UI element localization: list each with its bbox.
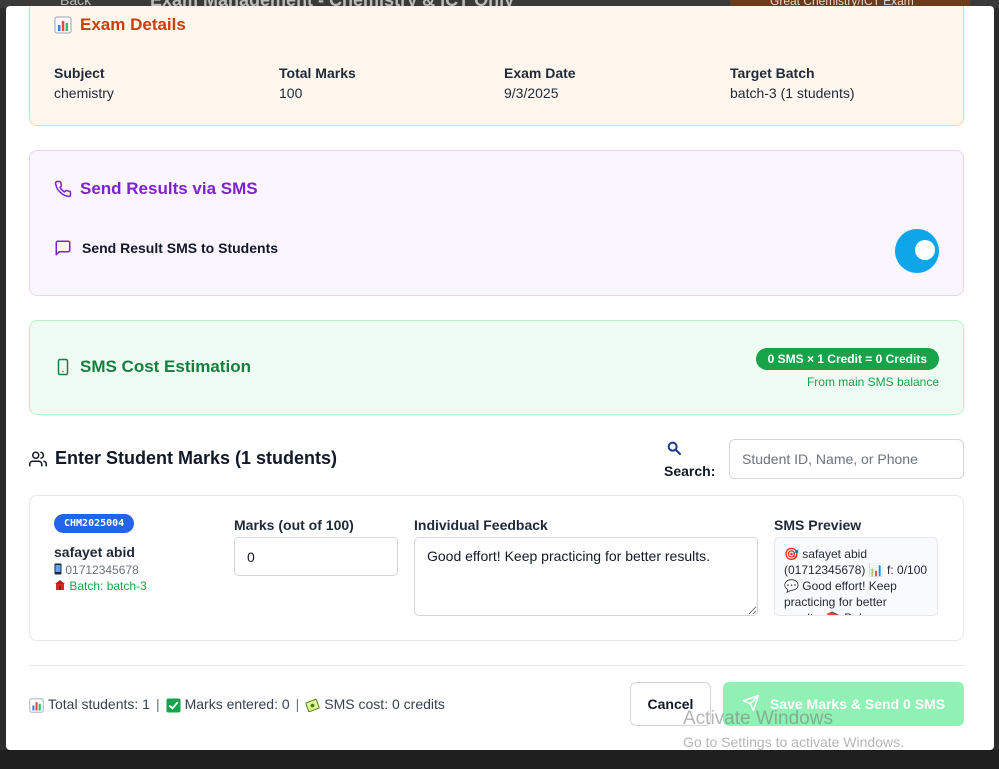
footer-divider	[29, 665, 964, 666]
exam-details-card: Exam Details Subject chemistry Total Mar…	[29, 6, 964, 126]
stat-separator: |	[295, 696, 300, 713]
check-mark-icon	[166, 696, 181, 713]
student-phone: 01712345678	[54, 563, 139, 577]
toggle-knob	[915, 240, 935, 260]
marks-entered-stat: Marks entered: 0	[184, 696, 290, 713]
detail-target-batch: Target Batch batch-3 (1 students)	[730, 65, 855, 101]
school-icon	[54, 579, 69, 593]
send-sms-card: Send Results via SMS Send Result SMS to …	[29, 150, 964, 296]
bar-chart-icon	[29, 696, 44, 713]
send-sms-title: Send Results via SMS	[54, 179, 258, 199]
total-students-stat: Total students: 1	[48, 696, 150, 713]
enter-marks-title: Enter Student Marks (1 students)	[29, 448, 337, 469]
marks-input[interactable]	[234, 537, 398, 576]
backdrop-footer	[0, 750, 999, 769]
feedback-label: Individual Feedback	[414, 517, 548, 533]
detail-exam-date: Exam Date 9/3/2025	[504, 65, 576, 101]
sms-cost-title: SMS Cost Estimation	[54, 357, 251, 377]
sms-cost-card: SMS Cost Estimation 0 SMS × 1 Credit = 0…	[29, 320, 964, 415]
message-square-icon	[54, 239, 72, 257]
mobile-phone-icon	[54, 563, 65, 577]
windows-activation-watermark: Activate Windows Go to Settings to activ…	[683, 708, 904, 750]
feedback-textarea[interactable]: Good effort! Keep practicing for better …	[414, 537, 758, 616]
stat-separator: |	[155, 696, 160, 713]
sms-balance-note: From main SMS balance	[806, 375, 939, 389]
detail-subject: Subject chemistry	[54, 65, 114, 101]
money-icon	[305, 696, 320, 713]
footer-stats: Total students: 1 | Marks entered: 0 | S…	[29, 696, 445, 713]
sms-toggle-row: Send Result SMS to Students	[54, 239, 278, 257]
sms-cost-badge: 0 SMS × 1 Credit = 0 Credits	[755, 348, 939, 370]
student-name: safayet abid	[54, 544, 135, 560]
student-search-input[interactable]	[729, 439, 964, 479]
exam-results-modal: Exam Details Subject chemistry Total Mar…	[6, 6, 994, 750]
search-label: Search:	[664, 440, 715, 481]
sms-preview-label: SMS Preview	[774, 517, 862, 533]
phone-icon	[54, 180, 72, 198]
student-id-badge: CHM2025004	[54, 514, 135, 533]
marks-label: Marks (out of 100)	[234, 517, 354, 533]
sms-preview-box: 🎯 safayet abid (01712345678) 📊 f: 0/100 …	[774, 537, 938, 616]
search-icon	[664, 440, 715, 461]
detail-total-marks: Total Marks 100	[279, 65, 356, 101]
exam-details-title: Exam Details	[54, 15, 186, 35]
users-icon	[29, 450, 47, 468]
smartphone-icon	[54, 358, 72, 376]
student-batch: Batch: batch-3	[54, 579, 147, 593]
sms-toggle[interactable]	[895, 229, 939, 273]
student-card: CHM2025004 safayet abid 01712345678 Batc…	[29, 495, 964, 641]
sms-cost-stat: SMS cost: 0 credits	[324, 696, 445, 713]
bar-chart-icon	[54, 16, 72, 34]
